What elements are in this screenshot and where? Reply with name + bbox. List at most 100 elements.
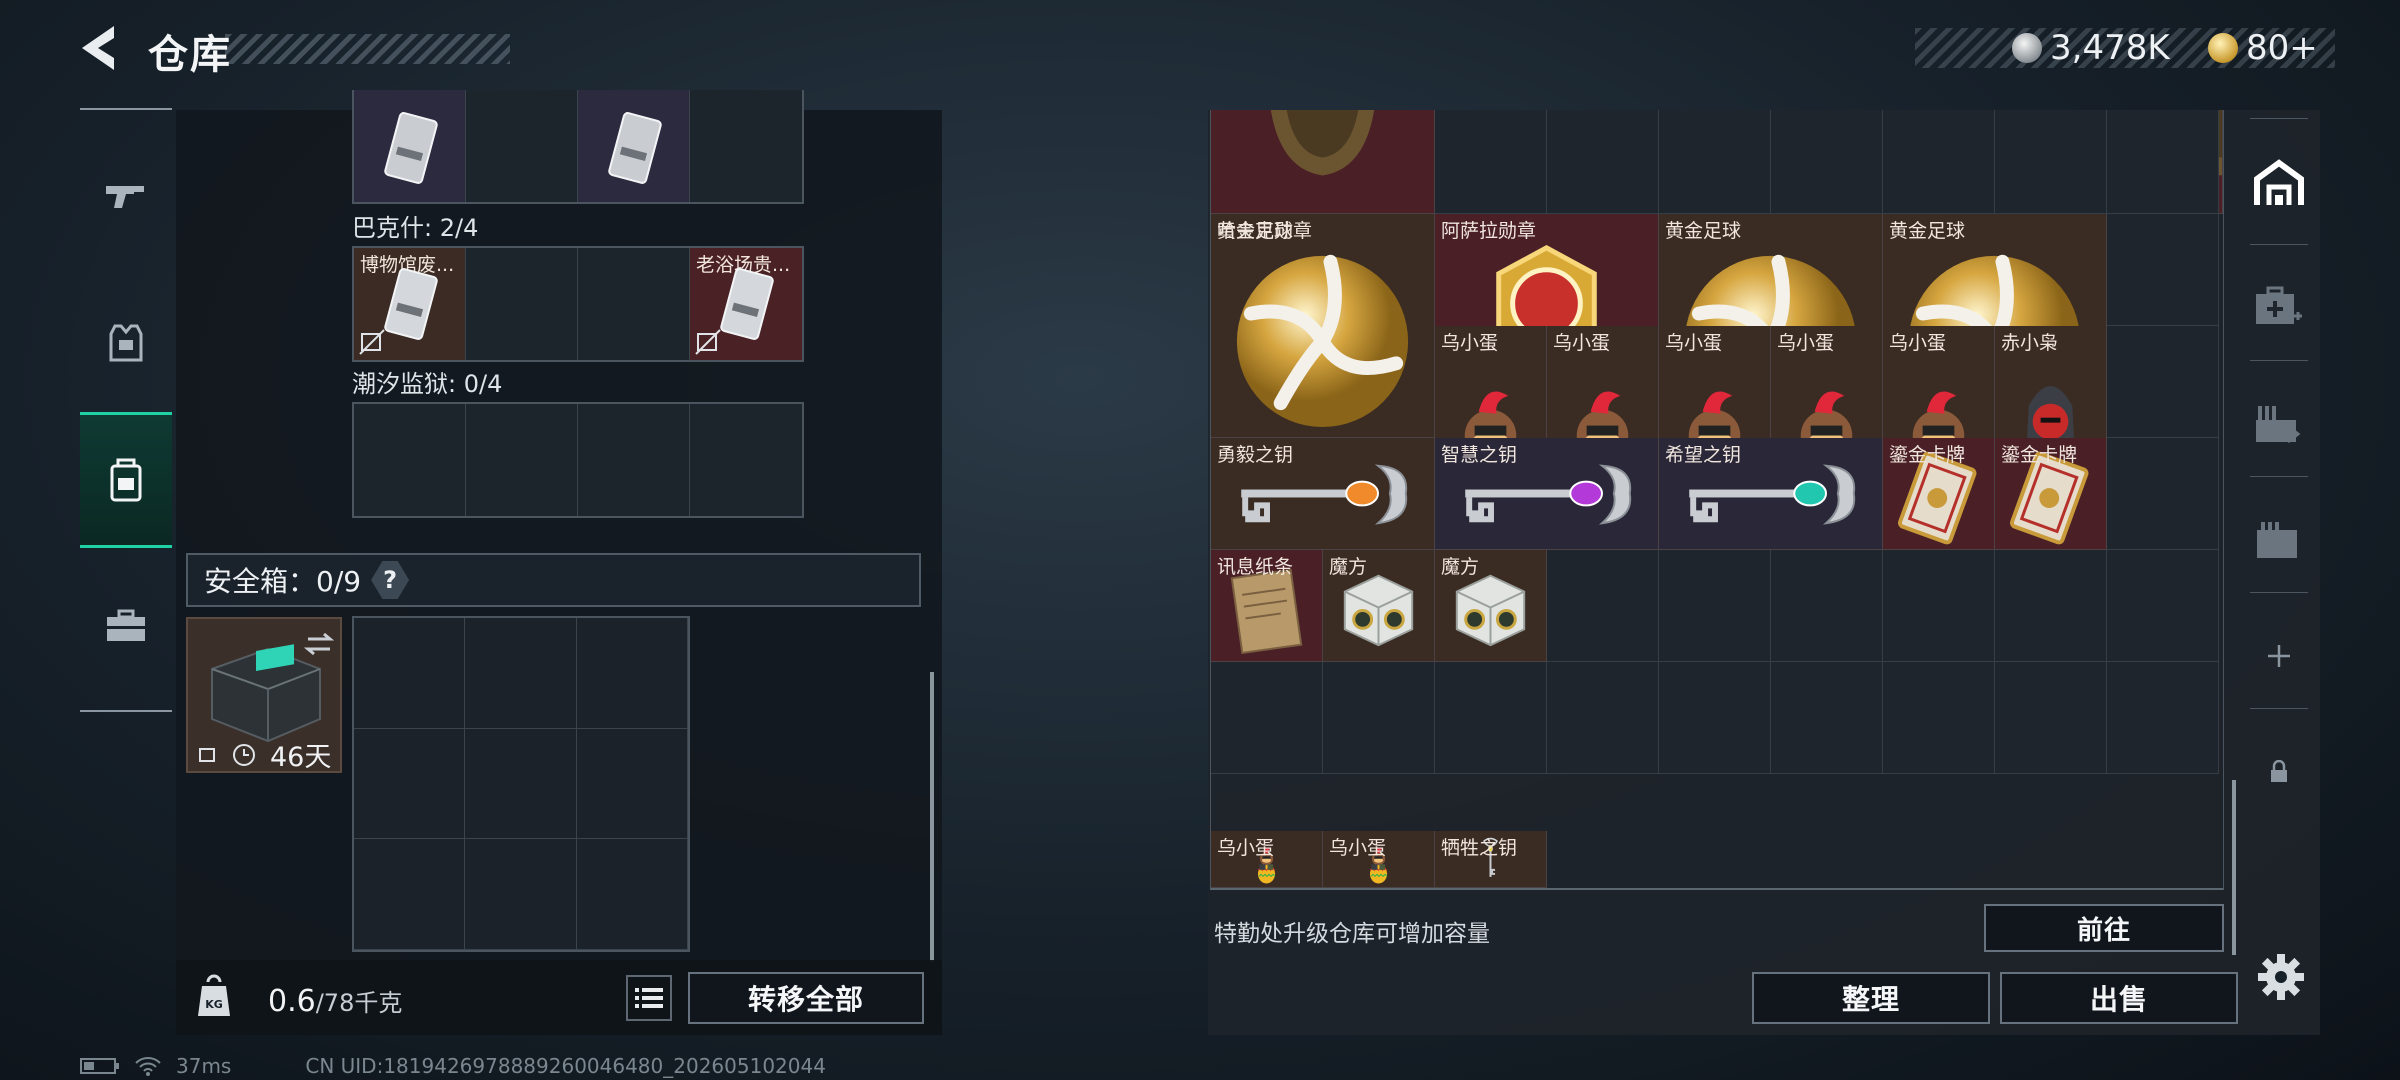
back-arrow-icon bbox=[82, 26, 114, 70]
stash-empty-slot[interactable] bbox=[1659, 550, 1771, 662]
stash-item[interactable]: 鎏金卡牌 bbox=[1883, 438, 1995, 550]
stash-empty-slot[interactable] bbox=[1995, 662, 2107, 774]
keycard-icon bbox=[384, 268, 438, 340]
stash-empty-slot[interactable] bbox=[1323, 662, 1435, 774]
grid-slot[interactable] bbox=[354, 839, 466, 950]
stash-item[interactable]: 乌小蛋 bbox=[1323, 830, 1435, 888]
stash-item[interactable]: 讯息纸条 bbox=[1211, 550, 1323, 662]
stash-empty-slot[interactable] bbox=[2107, 326, 2219, 438]
grid-slot[interactable] bbox=[576, 839, 688, 950]
grid-slot[interactable] bbox=[578, 404, 690, 516]
stash-item-name: 希望之钥 bbox=[1665, 444, 1742, 466]
nav-weapons[interactable] bbox=[80, 128, 172, 264]
bakesh-grid: 博物馆废... 老浴场贵... bbox=[352, 246, 804, 362]
stash-item[interactable]: 牺牲之钥 bbox=[1435, 830, 1547, 888]
stash-empty-slot[interactable] bbox=[1883, 550, 1995, 662]
add-tab-button[interactable] bbox=[2240, 598, 2318, 714]
stash-item[interactable] bbox=[1211, 110, 1435, 214]
keycard-icon bbox=[384, 112, 438, 184]
stash-empty-slot[interactable] bbox=[1547, 110, 1659, 214]
nav-storage[interactable] bbox=[80, 412, 172, 548]
list-view-button[interactable] bbox=[626, 975, 672, 1021]
grid-slot[interactable] bbox=[576, 618, 688, 729]
grid-slot[interactable] bbox=[466, 248, 578, 360]
stash-item-name: 智慧之钥 bbox=[1441, 444, 1518, 466]
stash-item[interactable]: 乌小蛋 bbox=[1211, 830, 1323, 888]
stash-empty-slot[interactable] bbox=[1995, 110, 2107, 214]
grid-slot[interactable] bbox=[354, 728, 466, 840]
grid-slot[interactable] bbox=[578, 90, 690, 202]
stash-empty-slot[interactable] bbox=[1547, 550, 1659, 662]
grid-slot[interactable] bbox=[576, 728, 688, 840]
stash-empty-slot[interactable] bbox=[1883, 662, 1995, 774]
gold-currency[interactable]: 80+ bbox=[2208, 28, 2318, 68]
silver-currency[interactable]: 3,478K bbox=[2012, 28, 2170, 68]
right-nav bbox=[2240, 110, 2318, 810]
stash-item[interactable]: 鎏金卡牌 bbox=[1995, 438, 2107, 550]
grid-slot[interactable]: 博物馆废... bbox=[354, 248, 466, 360]
safebox-header: 安全箱：0/9 ? bbox=[186, 553, 921, 607]
stash-empty-slot[interactable] bbox=[1883, 110, 1995, 214]
stash-empty-slot[interactable] bbox=[2107, 110, 2219, 214]
nav-ammo[interactable] bbox=[2240, 366, 2318, 482]
nav-equipment[interactable] bbox=[80, 276, 172, 412]
nav-divider bbox=[2250, 708, 2308, 709]
stash-item[interactable]: 魔方 bbox=[1323, 550, 1435, 662]
grid-slot[interactable] bbox=[690, 404, 802, 516]
stash-item[interactable] bbox=[2219, 110, 2223, 214]
gold-coin-icon bbox=[2208, 33, 2238, 63]
nav-medical[interactable] bbox=[2240, 250, 2318, 366]
grid-slot[interactable] bbox=[465, 618, 577, 729]
stash-item[interactable]: 希望之钥 bbox=[1659, 438, 1883, 550]
grid-slot[interactable] bbox=[354, 404, 466, 516]
stash-item[interactable]: 智慧之钥 bbox=[1435, 438, 1659, 550]
stash-item-name: 乌小蛋 bbox=[1553, 332, 1611, 354]
nav-divider bbox=[80, 710, 172, 712]
stash-empty-slot[interactable] bbox=[2107, 550, 2219, 662]
sell-button[interactable]: 出售 bbox=[2000, 972, 2238, 1024]
stash-item-name: 魔方 bbox=[1329, 556, 1368, 578]
stash-item[interactable]: 魔方 bbox=[1435, 550, 1547, 662]
stash-empty-slot[interactable] bbox=[1659, 110, 1771, 214]
stash-empty-slot[interactable] bbox=[1659, 662, 1771, 774]
grid-slot[interactable] bbox=[578, 248, 690, 360]
nav-files[interactable] bbox=[2240, 482, 2318, 598]
stash-empty-slot[interactable] bbox=[1211, 662, 1323, 774]
page-title: 仓库 bbox=[148, 32, 232, 78]
stash-empty-slot[interactable] bbox=[1771, 110, 1883, 214]
settings-gear-icon[interactable] bbox=[2256, 952, 2306, 1002]
goto-button[interactable]: 前往 bbox=[1984, 904, 2224, 952]
grid-slot[interactable] bbox=[354, 90, 466, 202]
grid-slot[interactable] bbox=[465, 728, 577, 840]
stash-item[interactable]: 勇毅之钥 bbox=[1211, 438, 1435, 550]
stash-item[interactable]: 黄金足球 bbox=[1211, 214, 1435, 438]
grid-slot[interactable] bbox=[354, 618, 466, 729]
sort-button[interactable]: 整理 bbox=[1752, 972, 1990, 1024]
grid-slot[interactable] bbox=[465, 839, 577, 950]
uid-readout: CN UID:1819426978889260046480_2026051020… bbox=[305, 1054, 826, 1078]
stash-item-name: 乌小蛋 bbox=[1329, 836, 1387, 859]
grid-slot[interactable] bbox=[690, 90, 802, 202]
stash-empty-slot[interactable] bbox=[1771, 550, 1883, 662]
grid-slot[interactable] bbox=[466, 90, 578, 202]
stash-empty-slot[interactable] bbox=[2107, 214, 2219, 326]
stash-empty-slot[interactable] bbox=[2107, 438, 2219, 550]
stash-empty-slot[interactable] bbox=[1995, 550, 2107, 662]
stash-empty-slot[interactable] bbox=[1435, 662, 1547, 774]
safebox-label: 安全箱：0/9 bbox=[204, 565, 362, 598]
grid-slot[interactable] bbox=[466, 404, 578, 516]
stash-empty-slot[interactable] bbox=[1435, 110, 1547, 214]
stash-empty-slot[interactable] bbox=[2107, 662, 2219, 774]
left-scrollbar[interactable] bbox=[930, 672, 934, 962]
nav-warehouse[interactable] bbox=[2240, 126, 2318, 242]
locked-tab[interactable] bbox=[2240, 714, 2318, 830]
stash-empty-slot[interactable] bbox=[1547, 662, 1659, 774]
transfer-all-button[interactable]: 转移全部 bbox=[688, 972, 924, 1024]
nav-toolbox[interactable] bbox=[80, 558, 172, 694]
grid-slot[interactable]: 老浴场贵... bbox=[690, 248, 802, 360]
stash-scrollbar[interactable] bbox=[2232, 780, 2236, 955]
safebox-help-button[interactable]: ? bbox=[371, 561, 410, 599]
weight-capacity: /78千克 bbox=[315, 989, 403, 1017]
back-button[interactable] bbox=[78, 22, 126, 74]
stash-empty-slot[interactable] bbox=[1771, 662, 1883, 774]
